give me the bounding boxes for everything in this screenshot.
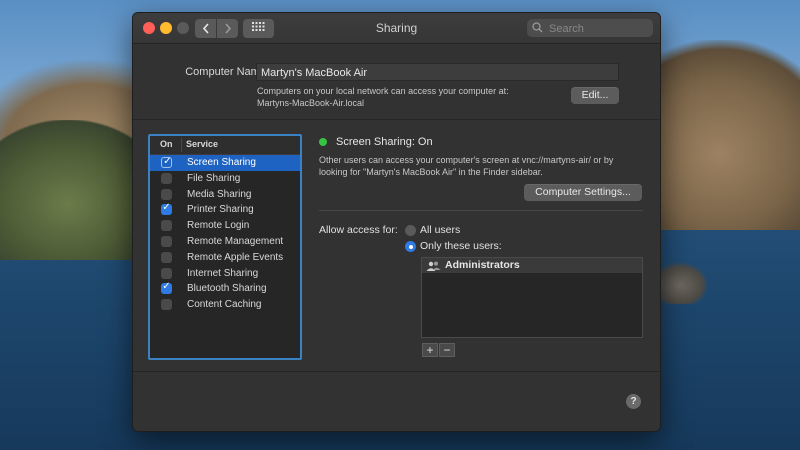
service-row[interactable]: Remote Login [150,218,300,234]
service-label: Remote Management [187,236,284,247]
service-checkbox[interactable]: ✓ [161,281,172,295]
service-description: Other users can access your computer's s… [319,154,613,178]
computer-address-line2: Martyns-MacBook-Air.local [257,98,365,108]
service-checkbox[interactable]: ✓ [161,202,172,216]
column-header-on[interactable]: On [160,139,173,149]
service-list-header: On Service [150,136,300,155]
service-status: Screen Sharing: On [336,136,433,148]
service-label: Content Caching [187,299,262,311]
service-label: File Sharing [187,172,241,184]
computer-name-field[interactable]: Martyn's MacBook Air [256,63,619,81]
status-indicator-icon [319,138,327,146]
service-label: Internet Sharing [187,267,259,279]
checkmark-icon: ✓ [163,156,172,167]
service-checkbox[interactable] [161,188,172,200]
service-label: Media Sharing [187,188,252,200]
divider [133,371,660,372]
search-box[interactable] [527,19,653,38]
search-input[interactable] [547,20,651,38]
column-header-service[interactable]: Service [186,139,218,149]
service-checkbox[interactable] [161,299,172,311]
service-label: Screen Sharing [187,157,256,168]
service-row[interactable]: Remote Apple Events [150,250,300,266]
add-user-button[interactable]: + [422,343,438,357]
service-row[interactable]: ✓ Printer Sharing [150,202,300,218]
computer-address-line1: Computers on your local network can acce… [257,86,509,96]
users-list: Administrators [421,257,643,338]
service-row[interactable]: ✓ Screen Sharing [150,155,300,171]
sharing-window: Sharing Computer Name: Martyn's MacBook … [132,12,661,432]
service-checkbox[interactable] [161,236,172,247]
divider [133,119,660,120]
allow-access-label: Allow access for: [319,224,398,236]
titlebar: Sharing [133,13,660,44]
column-divider [181,138,182,152]
service-label: Remote Apple Events [187,251,284,263]
service-checkbox[interactable] [161,172,172,184]
service-list: On Service ✓ Screen Sharing File Sharing Me… [148,134,302,360]
remove-user-button[interactable]: − [439,343,455,357]
service-checkbox[interactable] [161,220,172,232]
computer-address-description: Computers on your local network can acce… [257,85,509,109]
service-row[interactable]: Internet Sharing [150,266,300,282]
service-row[interactable]: Content Caching [150,297,300,313]
edit-button[interactable]: Edit... [571,87,619,104]
users-list-item[interactable]: Administrators [422,258,642,273]
all-users-radio[interactable] [405,225,416,236]
only-these-users-radio[interactable] [405,241,416,252]
computer-settings-button[interactable]: Computer Settings... [524,184,642,201]
service-label: Remote Login [187,220,250,232]
service-description-line2: looking for "Martyn's MacBook Air" in th… [319,167,543,177]
checkmark-icon: ✓ [162,202,171,214]
group-icon [426,261,441,271]
service-checkbox[interactable]: ✓ [161,156,172,168]
only-these-users-label[interactable]: Only these users: [420,240,502,252]
service-label: Printer Sharing [187,204,254,216]
users-list-item-label: Administrators [445,259,520,271]
help-button[interactable]: ? [626,394,641,409]
service-checkbox[interactable] [161,267,172,279]
service-row[interactable]: File Sharing [150,171,300,187]
search-icon [532,22,543,33]
service-description-line1: Other users can access your computer's s… [319,155,614,165]
all-users-label[interactable]: All users [420,224,460,236]
service-row[interactable]: Media Sharing [150,187,300,203]
service-checkbox[interactable] [161,251,172,263]
service-label: Bluetooth Sharing [187,283,267,295]
desktop-island-right [640,40,800,230]
checkmark-icon: ✓ [162,281,171,293]
divider [319,210,643,211]
service-row[interactable]: ✓ Bluetooth Sharing [150,281,300,297]
service-row[interactable]: Remote Management [150,234,300,250]
